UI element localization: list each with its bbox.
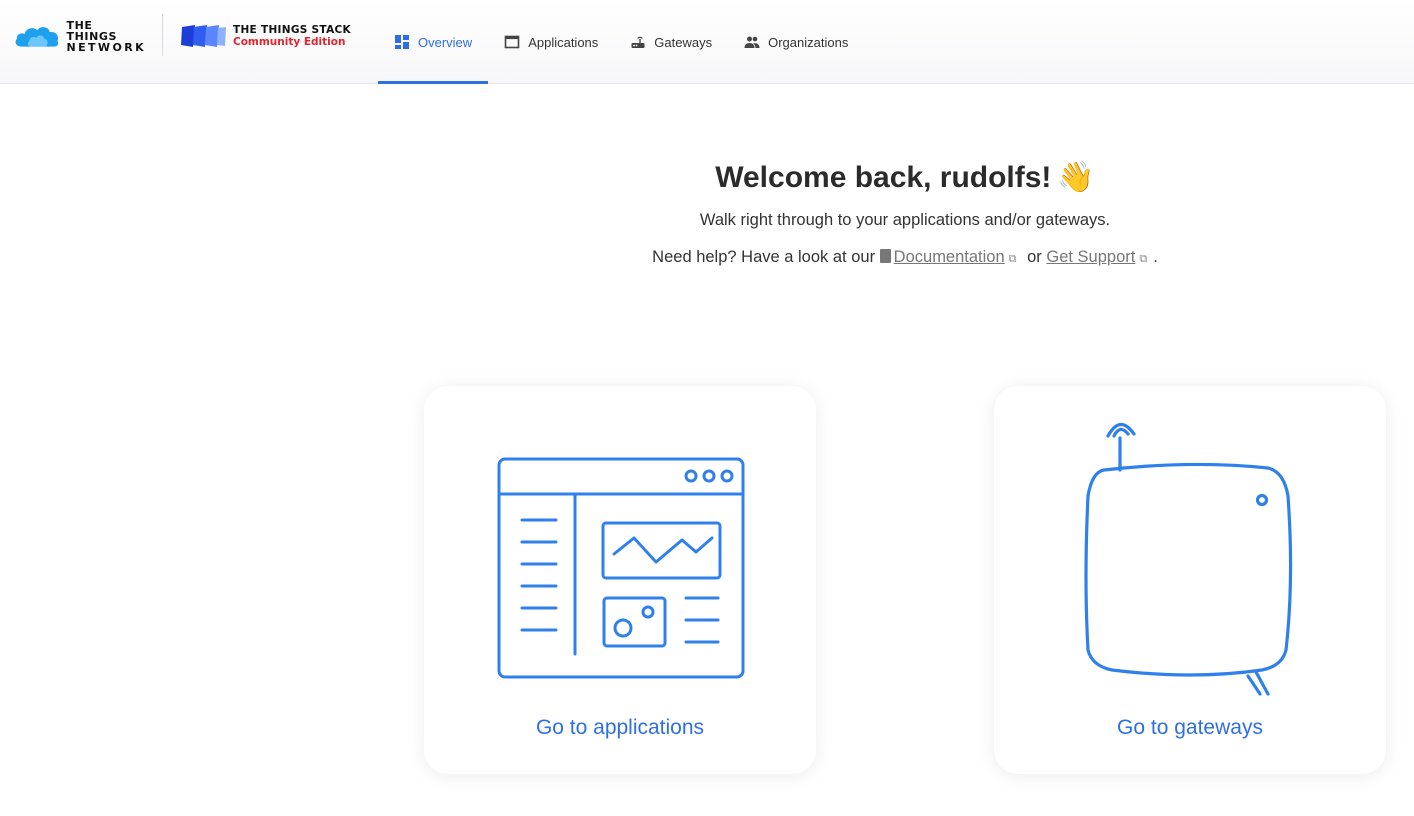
welcome-title-text: Welcome back, rudolfs! — [715, 160, 1052, 194]
nav-organizations[interactable]: Organizations — [728, 0, 864, 84]
documentation-link[interactable]: Documentation — [894, 248, 1005, 266]
nav-overview-label: Overview — [418, 34, 473, 50]
ttn-line1: THE THINGS — [66, 18, 118, 43]
or-text: or — [1027, 248, 1042, 266]
waving-hand-icon: 👋 — [1057, 161, 1095, 194]
go-to-gateways-card[interactable]: Go to gateways — [994, 386, 1386, 774]
gateway-device-illustration — [1084, 422, 1293, 696]
window-icon — [504, 35, 520, 49]
go-to-applications-label: Go to applications — [535, 716, 705, 739]
welcome-title: Welcome back, rudolfs! 👋 — [715, 160, 1095, 195]
cloud-icon — [15, 27, 59, 47]
nav-gateways[interactable]: Gateways — [614, 0, 728, 84]
book-icon — [879, 249, 891, 263]
help-prefix: Need help? Have a look at our — [652, 248, 876, 266]
main-nav: Overview Applications Gateways Organizat… — [378, 0, 864, 84]
welcome-section: Welcome back, rudolfs! 👋 Walk right thro… — [405, 160, 1405, 267]
help-line: Need help? Have a look at our Documentat… — [405, 248, 1405, 267]
nav-overview[interactable]: Overview — [378, 0, 489, 84]
people-icon — [744, 36, 760, 48]
get-support-link[interactable]: Get Support — [1046, 248, 1135, 266]
help-suffix: . — [1153, 248, 1158, 266]
nav-organizations-label: Organizations — [768, 34, 849, 50]
dashboard-icon — [395, 35, 409, 49]
nav-applications-label: Applications — [528, 34, 599, 50]
ttn-line2: NETWORK — [66, 40, 146, 54]
stack-title: THE THINGS STACK — [233, 24, 351, 36]
external-link-icon: ⧉ — [1139, 253, 1148, 265]
nav-applications[interactable]: Applications — [488, 0, 614, 84]
application-window-illustration — [497, 457, 745, 679]
stack-logo-icon — [181, 25, 226, 47]
external-link-icon: ⧉ — [1008, 253, 1017, 265]
top-header: THE THINGS NETWORK THE THINGS STACK Comm… — [0, 0, 1414, 84]
go-to-gateways-label: Go to gateways — [1117, 716, 1263, 739]
ttn-logo[interactable]: THE THINGS NETWORK — [14, 18, 146, 54]
tts-logo[interactable]: THE THINGS STACK Community Edition — [181, 22, 351, 50]
go-to-applications-card[interactable]: Go to applications — [424, 386, 816, 774]
nav-gateways-label: Gateways — [654, 34, 713, 50]
logo-divider — [162, 14, 163, 56]
welcome-subtitle: Walk right through to your applications … — [699, 211, 1111, 229]
router-icon — [631, 36, 645, 48]
stack-edition: Community Edition — [233, 36, 346, 48]
